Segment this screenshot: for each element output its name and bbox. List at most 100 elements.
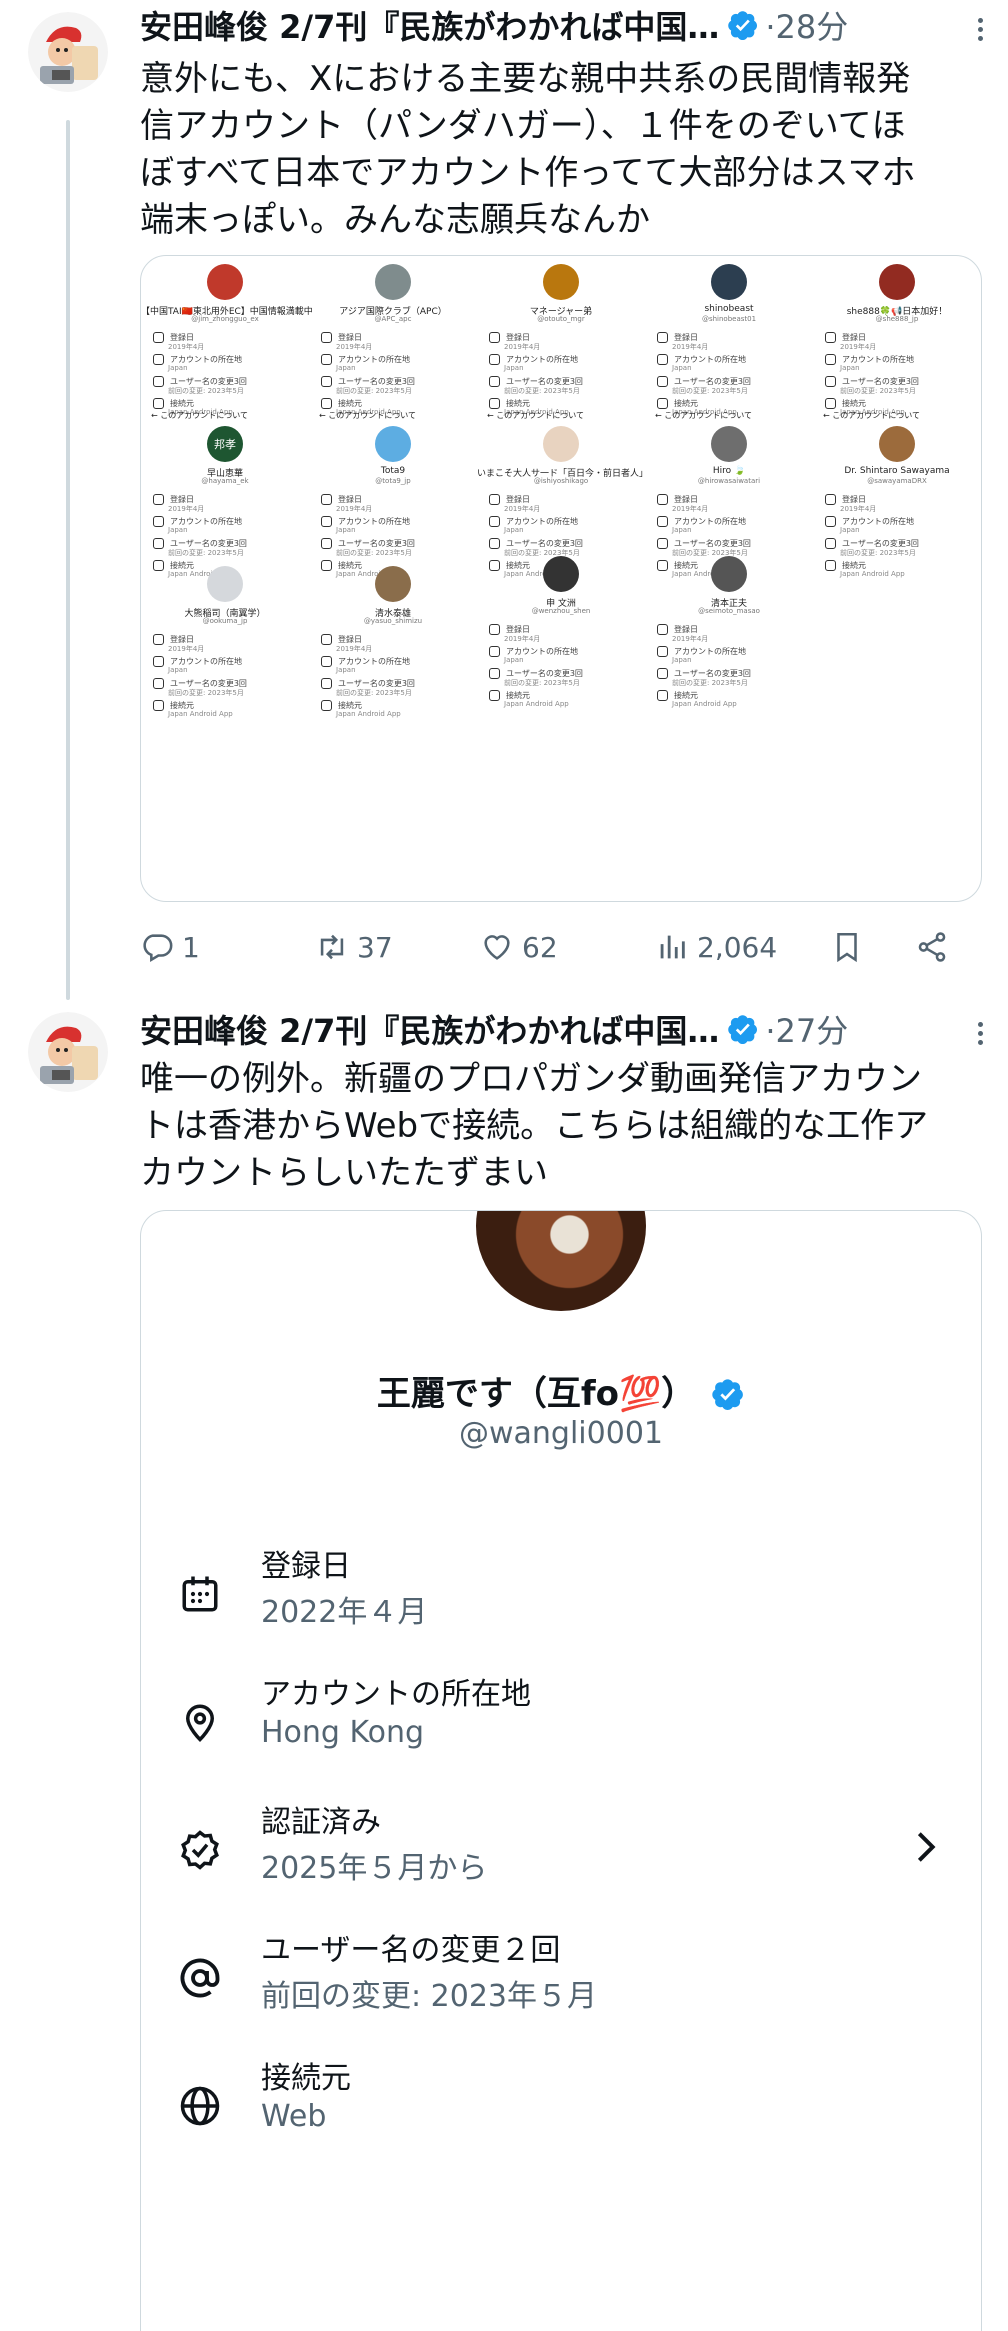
mini-profile-handle: @wenzhou_shen [531,607,591,615]
mini-profile-handle: @she888_jp [875,315,919,323]
tweet-image-collage[interactable]: 【中国TAI🇨🇳東北用外EC】中国情報満載中 @jim_zhongguo_ex 登録… [140,255,982,902]
tweet-text: 唯一の例外。新疆のプロパガンダ動画発信アカウン トは香港からWebで接続。こちら… [140,1056,985,1197]
verified-outline-icon [181,1830,219,1870]
tweet-text-line: トは香港からWebで接続。こちらは組織的な工作ア [140,1106,929,1146]
mini-row-icon [657,690,668,701]
mini-row-icon [657,560,668,571]
tweet-text-line: 端末っぽい。みんな志願兵なんか [140,200,650,240]
chevron-right-icon[interactable] [911,1827,941,1867]
author-name[interactable]: 安田峰俊 2/7刊『民族がわかれば中国… [140,2,719,48]
mini-info-row: アカウントの所在地 [321,354,410,365]
author-name[interactable]: 安田峰俊 2/7刊『民族がわかれば中国… [140,1006,719,1052]
tweet-2[interactable]: 安田峰俊 2/7刊『民族がわかれば中国… ·27分 唯一の例外。新疆のプロパガン… [0,1000,1008,2331]
more-options-icon[interactable] [960,1018,1000,1058]
tweet-time[interactable]: ·28分 [765,2,848,48]
mini-row-label: 接続元 [674,399,698,408]
mini-row-icon [657,494,668,505]
mini-row-icon [657,332,668,343]
mini-row-value: Japan [672,526,692,534]
tweet-1[interactable]: 安田峰俊 2/7刊『民族がわかれば中国… ·28分 意外にも、Xにおける主要な親… [0,0,1008,1000]
mini-row-value: Japan [168,364,188,372]
share-button[interactable] [915,922,957,972]
tweet-text: 意外にも、Xにおける主要な親中共系の民間情報発 信アカウント（パンダハガー）、１… [140,56,985,244]
mini-row-value: Japan [504,526,524,534]
mini-row-label: ユーザー名の変更3回 [338,679,415,688]
mini-avatar [375,566,411,602]
mini-avatar [543,426,579,462]
views-button[interactable]: 2,064 [655,922,777,972]
mini-row-value: Japan [840,364,860,372]
mini-row-icon [657,538,668,549]
mini-row-value: Japan Android App [336,710,401,718]
mini-row-value: Japan [336,526,356,534]
profile-avatar [476,1211,646,1311]
reply-button[interactable]: 1 [140,922,200,972]
bookmark-button[interactable] [830,922,872,972]
mini-row-label: 登録日 [338,333,362,342]
mini-row-value: 2019年4月 [336,645,373,653]
mini-row-value: 前回の変更: 2023年5月 [840,387,916,395]
mini-info-row: アカウントの所在地 [153,516,242,527]
mini-profile-handle: @otouto_mgr [537,315,585,323]
mini-row-label: ユーザー名の変更3回 [842,377,919,386]
reply-count: 1 [182,930,200,964]
mini-info-row: アカウントの所在地 [657,516,746,527]
mini-row-icon [825,354,836,365]
mini-row-icon [321,376,332,387]
more-options-icon[interactable] [960,14,1000,54]
mini-row-value: Japan [672,656,692,664]
info-row-connected-via: 接続元 Web [141,2053,981,2143]
info-value: Web [261,2099,327,2134]
mini-profile-name: Tota9 [380,466,406,476]
share-icon [918,932,946,962]
info-title: 接続元 [261,2061,351,2096]
mini-row-icon [153,656,164,667]
author-avatar[interactable] [28,1012,108,1092]
mini-row-value: Japan [840,526,860,534]
mini-nav-header: ← このアカウントについて [655,411,753,420]
mini-row-value: 前回の変更: 2023年5月 [336,387,412,395]
mini-row-label: ユーザー名の変更3回 [842,539,919,548]
mini-row-value: Japan Android App [168,710,233,718]
mini-row-icon [489,560,500,571]
mini-row-value: Japan [168,666,188,674]
mini-profile-handle: @ookuma_jp [202,617,248,625]
mini-row-label: ユーザー名の変更3回 [506,539,583,548]
thread-connector [66,120,70,1000]
mini-row-icon [153,634,164,645]
profile-name-text: 王麗です（互fo💯） [376,1374,696,1414]
mini-row-icon [489,624,500,635]
author-avatar[interactable] [28,12,108,92]
mini-row-value: 2019年4月 [168,343,205,351]
mini-row-value: 前回の変更: 2023年5月 [672,679,748,687]
mini-row-icon [657,624,668,635]
info-title: 認証済み [261,1805,381,1840]
mini-row-value: 2019年4月 [504,343,541,351]
mini-row-value: Japan Android App [840,570,905,578]
mini-profile-name: shinobeast [704,304,754,314]
mini-row-value: 2019年4月 [672,505,709,513]
globe-icon [180,2086,220,2126]
mini-row-label: アカウントの所在地 [338,355,410,364]
mini-row-label: 接続元 [674,691,698,700]
like-button[interactable]: 62 [480,922,558,972]
mini-row-value: 2019年4月 [336,505,373,513]
mini-row-label: アカウントの所在地 [506,647,578,656]
mini-row-label: アカウントの所在地 [170,657,242,666]
mini-row-icon [321,516,332,527]
info-row-verified[interactable]: 認証済み 2025年５月から [141,1797,981,1887]
info-value: 2022年４月 [261,1595,428,1630]
mini-row-icon [657,354,668,365]
retweet-button[interactable]: 37 [315,922,393,972]
mini-info-row: アカウントの所在地 [825,354,914,365]
profile-card-image[interactable]: 王麗です（互fo💯） @wangli0001 登録日 2022年４月 アカウント… [140,1210,982,2331]
mini-row-value: 前回の変更: 2023年5月 [840,549,916,557]
mini-row-icon [489,690,500,701]
mini-row-label: アカウントの所在地 [674,517,746,526]
mini-row-label: ユーザー名の変更3回 [338,539,415,548]
mini-row-label: アカウントの所在地 [842,355,914,364]
mini-row-icon [489,538,500,549]
mini-row-label: 接続元 [506,399,530,408]
mini-row-icon [153,398,164,409]
tweet-time[interactable]: ·27分 [765,1006,848,1052]
